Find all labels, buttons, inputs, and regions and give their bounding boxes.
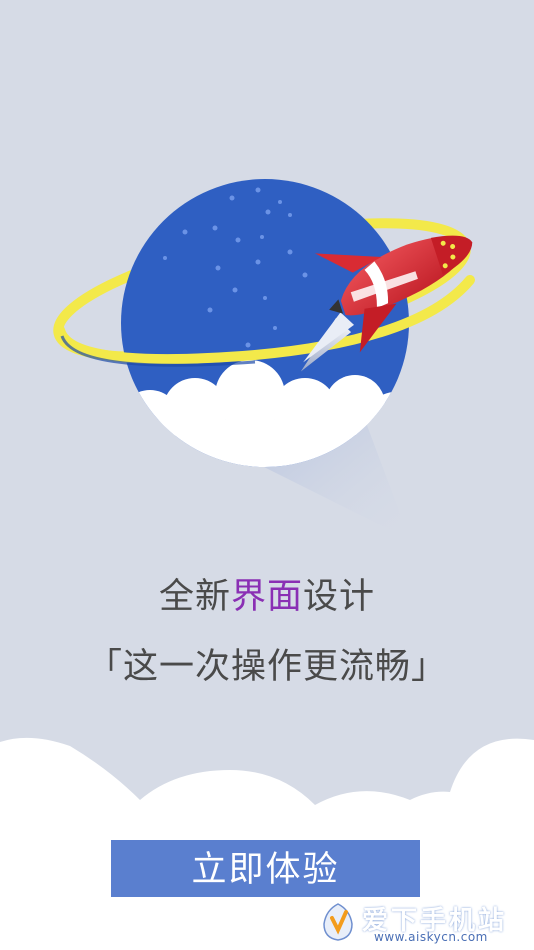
headline-after: 设计 xyxy=(303,577,376,617)
headline: 全新界面设计 xyxy=(0,572,534,622)
headline-accent: 界面 xyxy=(230,577,303,617)
watermark-logo-icon xyxy=(323,903,353,941)
headline-before: 全新 xyxy=(158,577,231,617)
watermark-url: www.aiskycn.com xyxy=(374,930,488,944)
splash-screen: 全新界面设计 「这一次操作更流畅」 立即体验 爱下手机站 www.aiskycn… xyxy=(0,0,534,950)
watermark: 爱下手机站 www.aiskycn.com xyxy=(318,898,532,948)
planet-rocket-illustration xyxy=(53,179,475,540)
start-experience-button[interactable]: 立即体验 xyxy=(111,840,420,897)
subline: 「这一次操作更流畅」 xyxy=(86,647,447,687)
